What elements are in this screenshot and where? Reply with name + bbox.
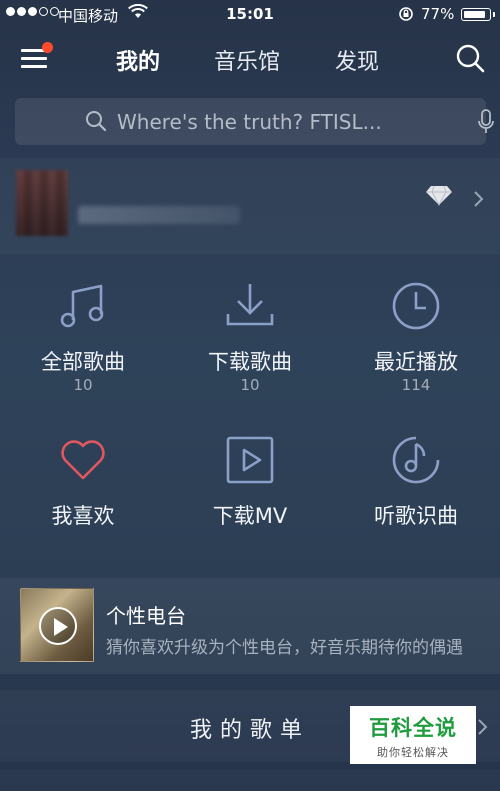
shortcut-label: 下载MV <box>212 504 288 528</box>
notification-dot <box>42 42 53 53</box>
clock-icon <box>392 282 440 330</box>
avatar[interactable] <box>16 170 68 236</box>
search-input[interactable]: Where's the truth? FTISL... <box>15 98 494 145</box>
song-recognition-shortcut[interactable]: 听歌识曲 <box>333 416 499 566</box>
username-blurred <box>78 206 240 224</box>
watermark-slogan: 助你轻松解决 <box>377 746 449 759</box>
search-icon[interactable] <box>455 43 485 73</box>
magnifier-icon <box>86 111 107 132</box>
personal-radio-card[interactable]: 个性电台 猜你喜欢升级为个性电台，好音乐期待你的偶遇 <box>0 578 500 674</box>
radio-cover-image[interactable] <box>20 588 94 662</box>
downloaded-songs-shortcut[interactable]: 下载歌曲 10 <box>167 262 333 412</box>
play-icon[interactable] <box>39 607 77 645</box>
tab-discover[interactable]: 发现 <box>335 44 379 76</box>
shortcut-label: 我喜欢 <box>51 504 115 528</box>
battery-percentage: 77% <box>421 5 455 23</box>
microphone-icon[interactable] <box>477 108 495 136</box>
download-icon <box>226 284 274 326</box>
chevron-right-icon[interactable] <box>476 718 488 736</box>
shortcut-label: 听歌识曲 <box>374 504 458 528</box>
shortcut-count: 114 <box>401 376 431 394</box>
downloaded-mv-shortcut[interactable]: 下载MV <box>167 416 333 566</box>
top-navigation: 我的 音乐馆 发现 <box>0 38 500 82</box>
shortcut-count: 10 <box>73 376 93 394</box>
radio-title: 个性电台 <box>106 604 186 628</box>
shortcut-label: 最近播放 <box>374 350 458 374</box>
radio-description: 猜你喜欢升级为个性电台，好音乐期待你的偶遇 <box>106 638 463 658</box>
search-placeholder: Where's the truth? FTISL... <box>117 110 382 134</box>
shortcut-grid: 全部歌曲 10 下载歌曲 10 最近播放 114 我喜欢 下载MV 听歌识曲 <box>0 262 500 562</box>
music-note-icon <box>60 284 104 328</box>
watermark-brand: 百科全说 <box>369 716 457 740</box>
list-item-partial <box>0 770 500 791</box>
diamond-icon[interactable] <box>425 184 453 206</box>
battery-icon <box>461 8 495 21</box>
shortcut-label: 全部歌曲 <box>41 350 125 374</box>
recently-played-shortcut[interactable]: 最近播放 114 <box>333 262 499 412</box>
chevron-right-icon[interactable] <box>472 190 484 208</box>
tab-music-hall[interactable]: 音乐馆 <box>214 44 280 76</box>
heart-icon <box>61 440 105 480</box>
all-songs-shortcut[interactable]: 全部歌曲 10 <box>0 262 166 412</box>
shortcut-count: 10 <box>240 376 260 394</box>
status-bar: 中国移动 15:01 77% <box>0 0 500 30</box>
tab-mine[interactable]: 我的 <box>116 44 160 76</box>
video-play-icon <box>226 436 274 484</box>
rotation-lock-icon <box>399 7 413 21</box>
user-profile-row[interactable] <box>0 158 500 254</box>
music-recognize-icon <box>392 436 440 484</box>
favorites-shortcut[interactable]: 我喜欢 <box>0 416 166 566</box>
shortcut-label: 下载歌曲 <box>208 350 292 374</box>
watermark-logo: 百科全说 助你轻松解决 <box>350 706 476 764</box>
